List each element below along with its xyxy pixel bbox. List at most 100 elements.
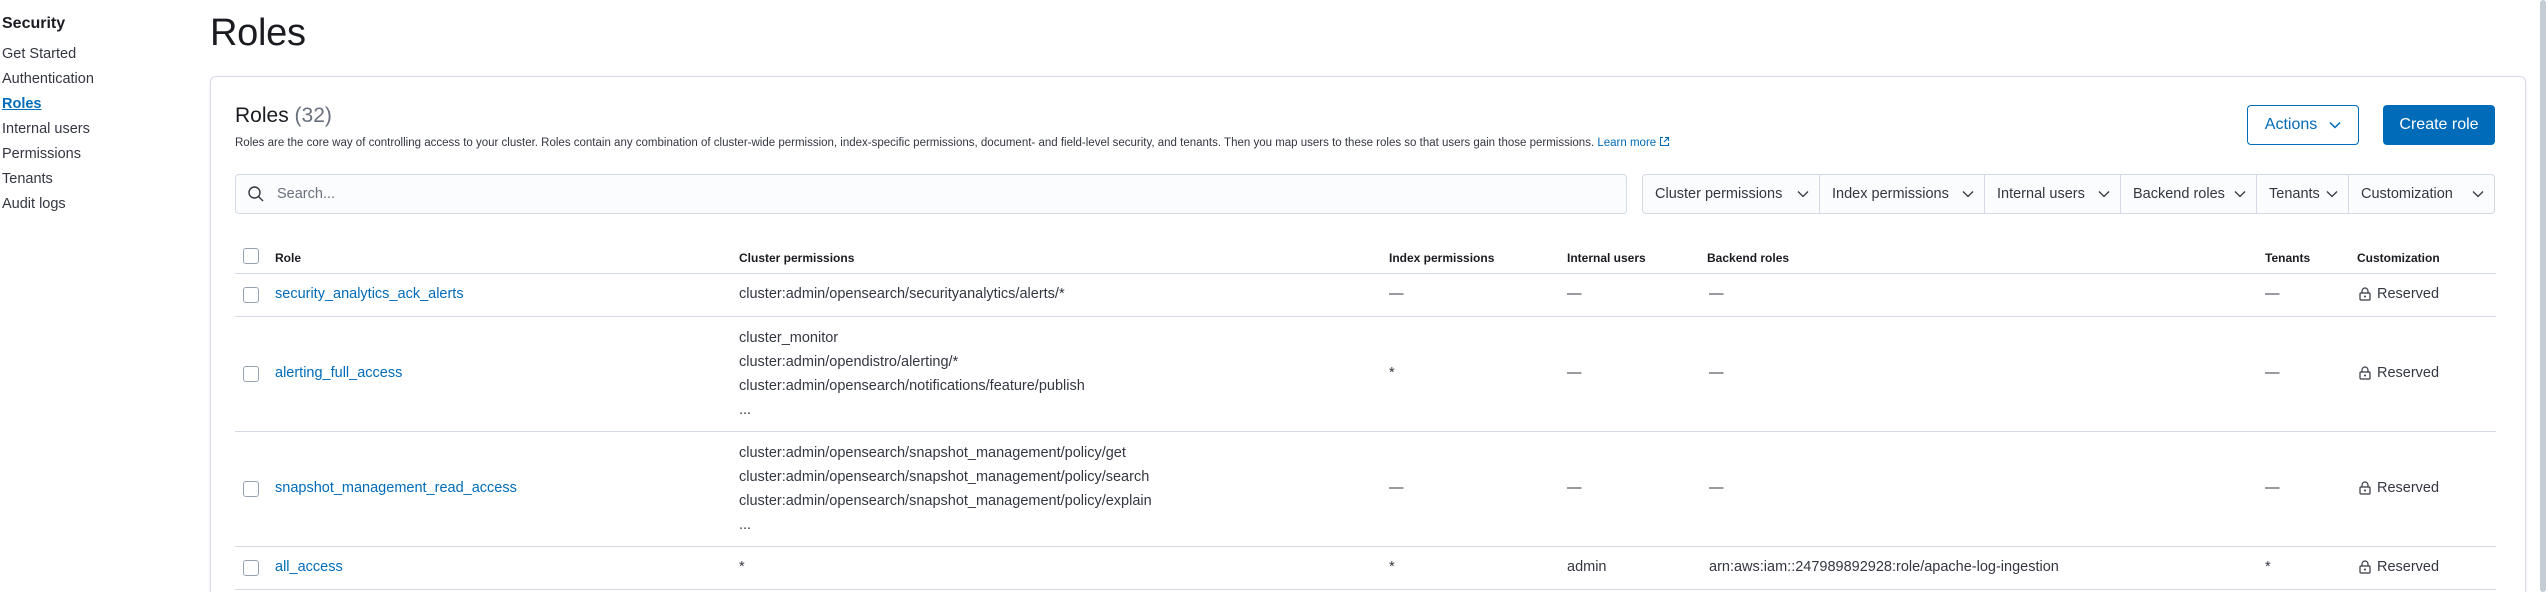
column-header-cluster-permissions[interactable]: Cluster permissions — [739, 251, 854, 265]
cluster-permission: cluster:admin/opensearch/notifications/f… — [739, 378, 1085, 394]
tenants-cell: — — [2265, 286, 2280, 302]
filter-label: Tenants — [2269, 186, 2320, 202]
reserved-label: Reserved — [2377, 559, 2440, 575]
sidebar: Security Get Started Authentication Role… — [0, 0, 200, 592]
sidebar-item-permissions[interactable]: Permissions — [2, 146, 81, 162]
chevron-down-icon — [1797, 191, 1809, 198]
chevron-down-icon — [2329, 121, 2341, 129]
panel-description-text: Roles are the core way of controlling ac… — [235, 137, 1595, 149]
cluster-permission: cluster:admin/opensearch/snapshot_manage… — [739, 445, 1126, 461]
filter-backend-roles[interactable]: Backend roles — [2121, 175, 2257, 213]
index-permissions-cell: — — [1389, 286, 1404, 302]
chevron-down-icon — [2326, 191, 2338, 198]
tenants-cell: — — [2265, 365, 2280, 381]
cluster-permission-more: ... — [739, 402, 752, 418]
create-role-button[interactable]: Create role — [2383, 105, 2495, 145]
role-link[interactable]: all_access — [275, 559, 343, 575]
internal-users-cell: admin — [1567, 559, 1607, 575]
lock-icon — [2359, 560, 2371, 574]
backend-roles-cell: — — [1709, 365, 1724, 381]
backend-roles-cell: — — [1709, 286, 1724, 302]
page-scrollbar[interactable] — [2540, 0, 2546, 592]
cluster-permission: cluster_monitor — [739, 330, 839, 346]
customization-cell: Reserved — [2359, 365, 2439, 381]
chevron-down-icon — [2472, 191, 2484, 198]
sidebar-item-roles[interactable]: Roles — [2, 96, 42, 112]
search-placeholder: Search... — [277, 186, 336, 202]
cluster-permission: cluster:admin/opendistro/alerting/* — [739, 354, 959, 370]
role-link[interactable]: security_analytics_ack_alerts — [275, 286, 464, 302]
actions-label: Actions — [2264, 116, 2318, 133]
table-row: snapshot_management_read_access cluster:… — [235, 432, 2496, 547]
sidebar-item-audit-logs[interactable]: Audit logs — [2, 196, 66, 212]
sidebar-item-get-started[interactable]: Get Started — [2, 46, 76, 62]
chevron-down-icon — [2098, 191, 2110, 198]
panel-description: Roles are the core way of controlling ac… — [235, 136, 1670, 149]
table-row: security_analytics_ack_alerts cluster:ad… — [235, 274, 2496, 317]
filter-index-permissions[interactable]: Index permissions — [1820, 175, 1985, 213]
learn-more-label: Learn more — [1597, 137, 1657, 149]
filter-tenants[interactable]: Tenants — [2257, 175, 2349, 213]
table-row: alerting_full_access cluster_monitor clu… — [235, 317, 2496, 432]
lock-icon — [2359, 481, 2371, 495]
filter-customization[interactable]: Customization — [2349, 175, 2494, 213]
roles-count: (32) — [294, 104, 332, 127]
filter-internal-users[interactable]: Internal users — [1985, 175, 2121, 213]
filter-label: Internal users — [1997, 186, 2085, 202]
backend-roles-cell: — — [1709, 480, 1724, 496]
filter-label: Customization — [2361, 186, 2453, 202]
page-title: Roles — [210, 12, 306, 54]
sidebar-item-internal-users[interactable]: Internal users — [2, 121, 90, 137]
column-header-index-permissions[interactable]: Index permissions — [1389, 251, 1494, 265]
customization-cell: Reserved — [2359, 480, 2439, 496]
column-header-customization[interactable]: Customization — [2357, 251, 2440, 265]
cluster-permissions-cell: cluster:admin/opensearch/securityanalyti… — [739, 286, 1065, 302]
internal-users-cell: — — [1567, 365, 1582, 381]
filter-label: Backend roles — [2133, 186, 2225, 202]
sidebar-item-tenants[interactable]: Tenants — [2, 171, 53, 187]
table-header: Role Cluster permissions Index permissio… — [235, 245, 2496, 274]
row-checkbox[interactable] — [243, 560, 259, 576]
tenants-cell: * — [2265, 559, 2271, 575]
column-header-internal-users[interactable]: Internal users — [1567, 251, 1646, 265]
index-permissions-cell: * — [1389, 559, 1395, 575]
chevron-down-icon — [1962, 191, 1974, 198]
filter-label: Cluster permissions — [1655, 186, 1783, 202]
filter-label: Index permissions — [1832, 186, 1949, 202]
cluster-permissions-cell: cluster_monitor cluster:admin/opendistro… — [739, 326, 1085, 422]
role-link[interactable]: snapshot_management_read_access — [275, 480, 517, 496]
cluster-permissions-cell: cluster:admin/opensearch/snapshot_manage… — [739, 441, 1152, 537]
select-all-checkbox[interactable] — [243, 248, 259, 264]
search-input[interactable]: Search... — [235, 174, 1627, 214]
column-header-role[interactable]: Role — [275, 251, 301, 265]
search-icon — [248, 186, 264, 202]
reserved-label: Reserved — [2377, 286, 2440, 302]
column-header-tenants[interactable]: Tenants — [2265, 251, 2310, 265]
customization-cell: Reserved — [2359, 559, 2439, 575]
cluster-permission: cluster:admin/opensearch/snapshot_manage… — [739, 493, 1152, 509]
role-link[interactable]: alerting_full_access — [275, 365, 402, 381]
cluster-permission: cluster:admin/opensearch/snapshot_manage… — [739, 469, 1150, 485]
actions-button[interactable]: Actions — [2247, 105, 2359, 145]
filter-cluster-permissions[interactable]: Cluster permissions — [1643, 175, 1820, 213]
row-checkbox[interactable] — [243, 366, 259, 382]
index-permissions-cell: * — [1389, 365, 1395, 381]
index-permissions-cell: — — [1389, 480, 1404, 496]
internal-users-cell: — — [1567, 480, 1582, 496]
cluster-permissions-cell: * — [739, 559, 745, 575]
backend-roles-cell: arn:aws:iam::247989892928:role/apache-lo… — [1709, 559, 2059, 575]
tenants-cell: — — [2265, 480, 2280, 496]
cluster-permission-more: ... — [739, 517, 752, 533]
table-row: all_access * * admin arn:aws:iam::247989… — [235, 547, 2496, 590]
sidebar-title: Security — [2, 15, 66, 32]
learn-more-link[interactable]: Learn more — [1597, 136, 1670, 149]
internal-users-cell: — — [1567, 286, 1582, 302]
row-checkbox[interactable] — [243, 481, 259, 497]
filter-group: Cluster permissions Index permissions In… — [1642, 174, 2495, 214]
column-header-backend-roles[interactable]: Backend roles — [1707, 251, 1789, 265]
panel-heading-title: Roles — [235, 104, 289, 127]
row-checkbox[interactable] — [243, 287, 259, 303]
reserved-label: Reserved — [2377, 480, 2440, 496]
panel-heading: Roles (32) — [235, 104, 332, 128]
sidebar-item-authentication[interactable]: Authentication — [2, 71, 94, 87]
